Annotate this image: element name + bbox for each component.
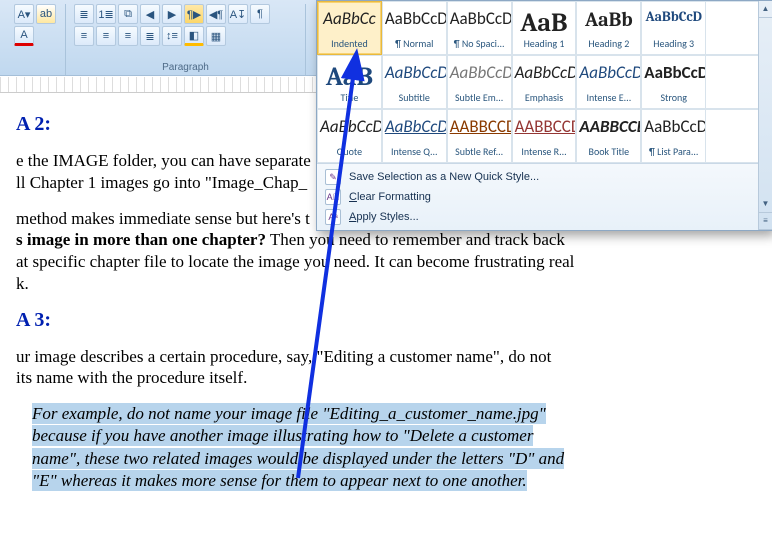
line-spacing-button[interactable]: ↕≡ bbox=[162, 26, 182, 46]
styles-menu: ✎ Save Selection as a New Quick Style...… bbox=[317, 163, 771, 230]
sort-button[interactable]: A↧ bbox=[228, 4, 248, 24]
selected-text[interactable]: For example, do not name your image file… bbox=[32, 403, 706, 493]
body-text: ur image describes a certain procedure, … bbox=[16, 346, 706, 390]
style-preview: AaB bbox=[320, 64, 379, 90]
style-heading-2[interactable]: AaBb Heading 2 bbox=[576, 1, 641, 55]
style-subtle-em-[interactable]: AaBbCcDd Subtle Em... bbox=[447, 55, 512, 109]
style-name-label: Intense Q... bbox=[385, 145, 444, 160]
align-right-button[interactable]: ≡ bbox=[118, 26, 138, 46]
style-heading-1[interactable]: AaBHeading 1 bbox=[512, 1, 577, 55]
style-preview: AaBbCcDd bbox=[579, 64, 638, 81]
style-preview: AaBbCc bbox=[320, 10, 379, 27]
style-intense-q-[interactable]: AaBbCcDd Intense Q... bbox=[382, 109, 447, 163]
style-preview: AaB bbox=[515, 10, 574, 36]
style-preview: AABBCCDD bbox=[450, 118, 509, 135]
scroll-up-icon[interactable]: ▲ bbox=[759, 1, 772, 18]
style-name-label: Strong bbox=[644, 91, 703, 106]
style-name-label: Title bbox=[320, 91, 379, 106]
apply-styles-icon: Aᵃ bbox=[325, 209, 341, 225]
clear-formatting-icon: A⃠ bbox=[325, 189, 341, 205]
numbering-button[interactable]: 1≣ bbox=[96, 4, 116, 24]
save-style-icon: ✎ bbox=[325, 169, 341, 185]
clear-formatting-menuitem[interactable]: A⃠ Clear Formatting bbox=[317, 187, 771, 207]
shading-button[interactable]: ab bbox=[36, 4, 56, 24]
style-subtitle[interactable]: AaBbCcDd Subtitle bbox=[382, 55, 447, 109]
style-name-label: Indented bbox=[320, 37, 379, 52]
heading-a3: A 3: bbox=[16, 309, 706, 332]
style-quote[interactable]: AaBbCcDd Quote bbox=[317, 109, 382, 163]
style-indented[interactable]: AaBbCc Indented bbox=[317, 1, 382, 55]
style-emphasis[interactable]: AaBbCcDd Emphasis bbox=[512, 55, 577, 109]
font-group: A▾ ab A bbox=[6, 4, 66, 75]
multilevel-button[interactable]: ⧉ bbox=[118, 4, 138, 24]
style-preview: AaBbCcDd bbox=[644, 118, 703, 135]
style-preview: AaBbCcDd bbox=[450, 10, 509, 27]
style-name-label: Emphasis bbox=[515, 91, 574, 106]
justify-button[interactable]: ≣ bbox=[140, 26, 160, 46]
paragraph-group: ≣ 1≣ ⧉ ◀︎ ▶︎ ¶▶ ◀¶ A↧ ¶ ≡ ≡ ≡ ≣ ↕≡ ◧ ▦ P… bbox=[66, 4, 306, 75]
style-preview: AaBbCcDd bbox=[644, 64, 703, 81]
style-preview: AABBCCDD bbox=[515, 118, 574, 135]
style-book-title[interactable]: AABBCCDD Book Title bbox=[576, 109, 641, 163]
style-preview: AaBbCcDd bbox=[385, 64, 444, 81]
style-subtle-ref-[interactable]: AABBCCDD Subtle Ref... bbox=[447, 109, 512, 163]
show-marks-button[interactable]: ¶ bbox=[250, 4, 270, 24]
style-name-label: Heading 3 bbox=[644, 37, 703, 52]
style-intense-e-[interactable]: AaBbCcDd Intense E... bbox=[576, 55, 641, 109]
style-preview: AaBb bbox=[579, 10, 638, 30]
style-name-label: Intense R... bbox=[515, 145, 574, 160]
rtl-button[interactable]: ◀¶ bbox=[206, 4, 226, 24]
style-name-label: ¶ No Spaci... bbox=[450, 37, 509, 52]
save-selection-menuitem[interactable]: ✎ Save Selection as a New Quick Style... bbox=[317, 167, 771, 187]
style-name-label: ¶ Normal bbox=[385, 37, 444, 52]
style-preview: AaBbCcDd bbox=[320, 118, 379, 135]
style--normal[interactable]: AaBbCcDd ¶ Normal bbox=[382, 1, 447, 55]
style-preview: AaBbCcDd bbox=[385, 10, 444, 27]
style-intense-r-[interactable]: AABBCCDD Intense R... bbox=[512, 109, 577, 163]
paragraph-group-label: Paragraph bbox=[74, 62, 297, 75]
font-color-button[interactable]: A bbox=[14, 26, 34, 46]
style--no-spaci-[interactable]: AaBbCcDd ¶ No Spaci... bbox=[447, 1, 512, 55]
style-name-label: Subtle Em... bbox=[450, 91, 509, 106]
fill-button[interactable]: ◧ bbox=[184, 26, 204, 46]
align-left-button[interactable]: ≡ bbox=[74, 26, 94, 46]
style-preview: AaBbCcDd bbox=[515, 64, 574, 81]
style-preview: AaBbCcD bbox=[644, 10, 703, 24]
style--list-para-[interactable]: AaBbCcDd ¶ List Para... bbox=[641, 109, 706, 163]
apply-styles-menuitem[interactable]: Aᵃ Apply Styles... bbox=[317, 207, 771, 227]
align-center-button[interactable]: ≡ bbox=[96, 26, 116, 46]
increase-indent-button[interactable]: ▶︎ bbox=[162, 4, 182, 24]
decrease-indent-button[interactable]: ◀︎ bbox=[140, 4, 160, 24]
style-name-label: Heading 2 bbox=[579, 37, 638, 52]
styles-grid: AaBbCc Indented AaBbCcDd ¶ Normal AaBbCcDd ¶ … bbox=[317, 1, 771, 163]
style-name-label: Subtle Ref... bbox=[450, 145, 509, 160]
style-name-label: Quote bbox=[320, 145, 379, 160]
style-preview: AaBbCcDd bbox=[385, 118, 444, 135]
style-title[interactable]: AaBTitle bbox=[317, 55, 382, 109]
style-name-label: Book Title bbox=[579, 145, 638, 160]
styles-gallery-popup: AaBbCc Indented AaBbCcDd ¶ Normal AaBbCcDd ¶ … bbox=[316, 0, 772, 231]
style-name-label: Intense E... bbox=[579, 91, 638, 106]
style-heading-3[interactable]: AaBbCcD Heading 3 bbox=[641, 1, 706, 55]
style-name-label: ¶ List Para... bbox=[644, 145, 703, 160]
bullets-button[interactable]: ≣ bbox=[74, 4, 94, 24]
shrink-font-button[interactable]: A▾ bbox=[14, 4, 34, 24]
style-preview: AaBbCcDd bbox=[450, 64, 509, 81]
style-name-label: Heading 1 bbox=[515, 37, 574, 52]
style-name-label: Subtitle bbox=[385, 91, 444, 106]
ltr-button[interactable]: ¶▶ bbox=[184, 4, 204, 24]
style-preview: AABBCCDD bbox=[579, 118, 638, 135]
style-strong[interactable]: AaBbCcDd Strong bbox=[641, 55, 706, 109]
borders-button[interactable]: ▦ bbox=[206, 26, 226, 46]
